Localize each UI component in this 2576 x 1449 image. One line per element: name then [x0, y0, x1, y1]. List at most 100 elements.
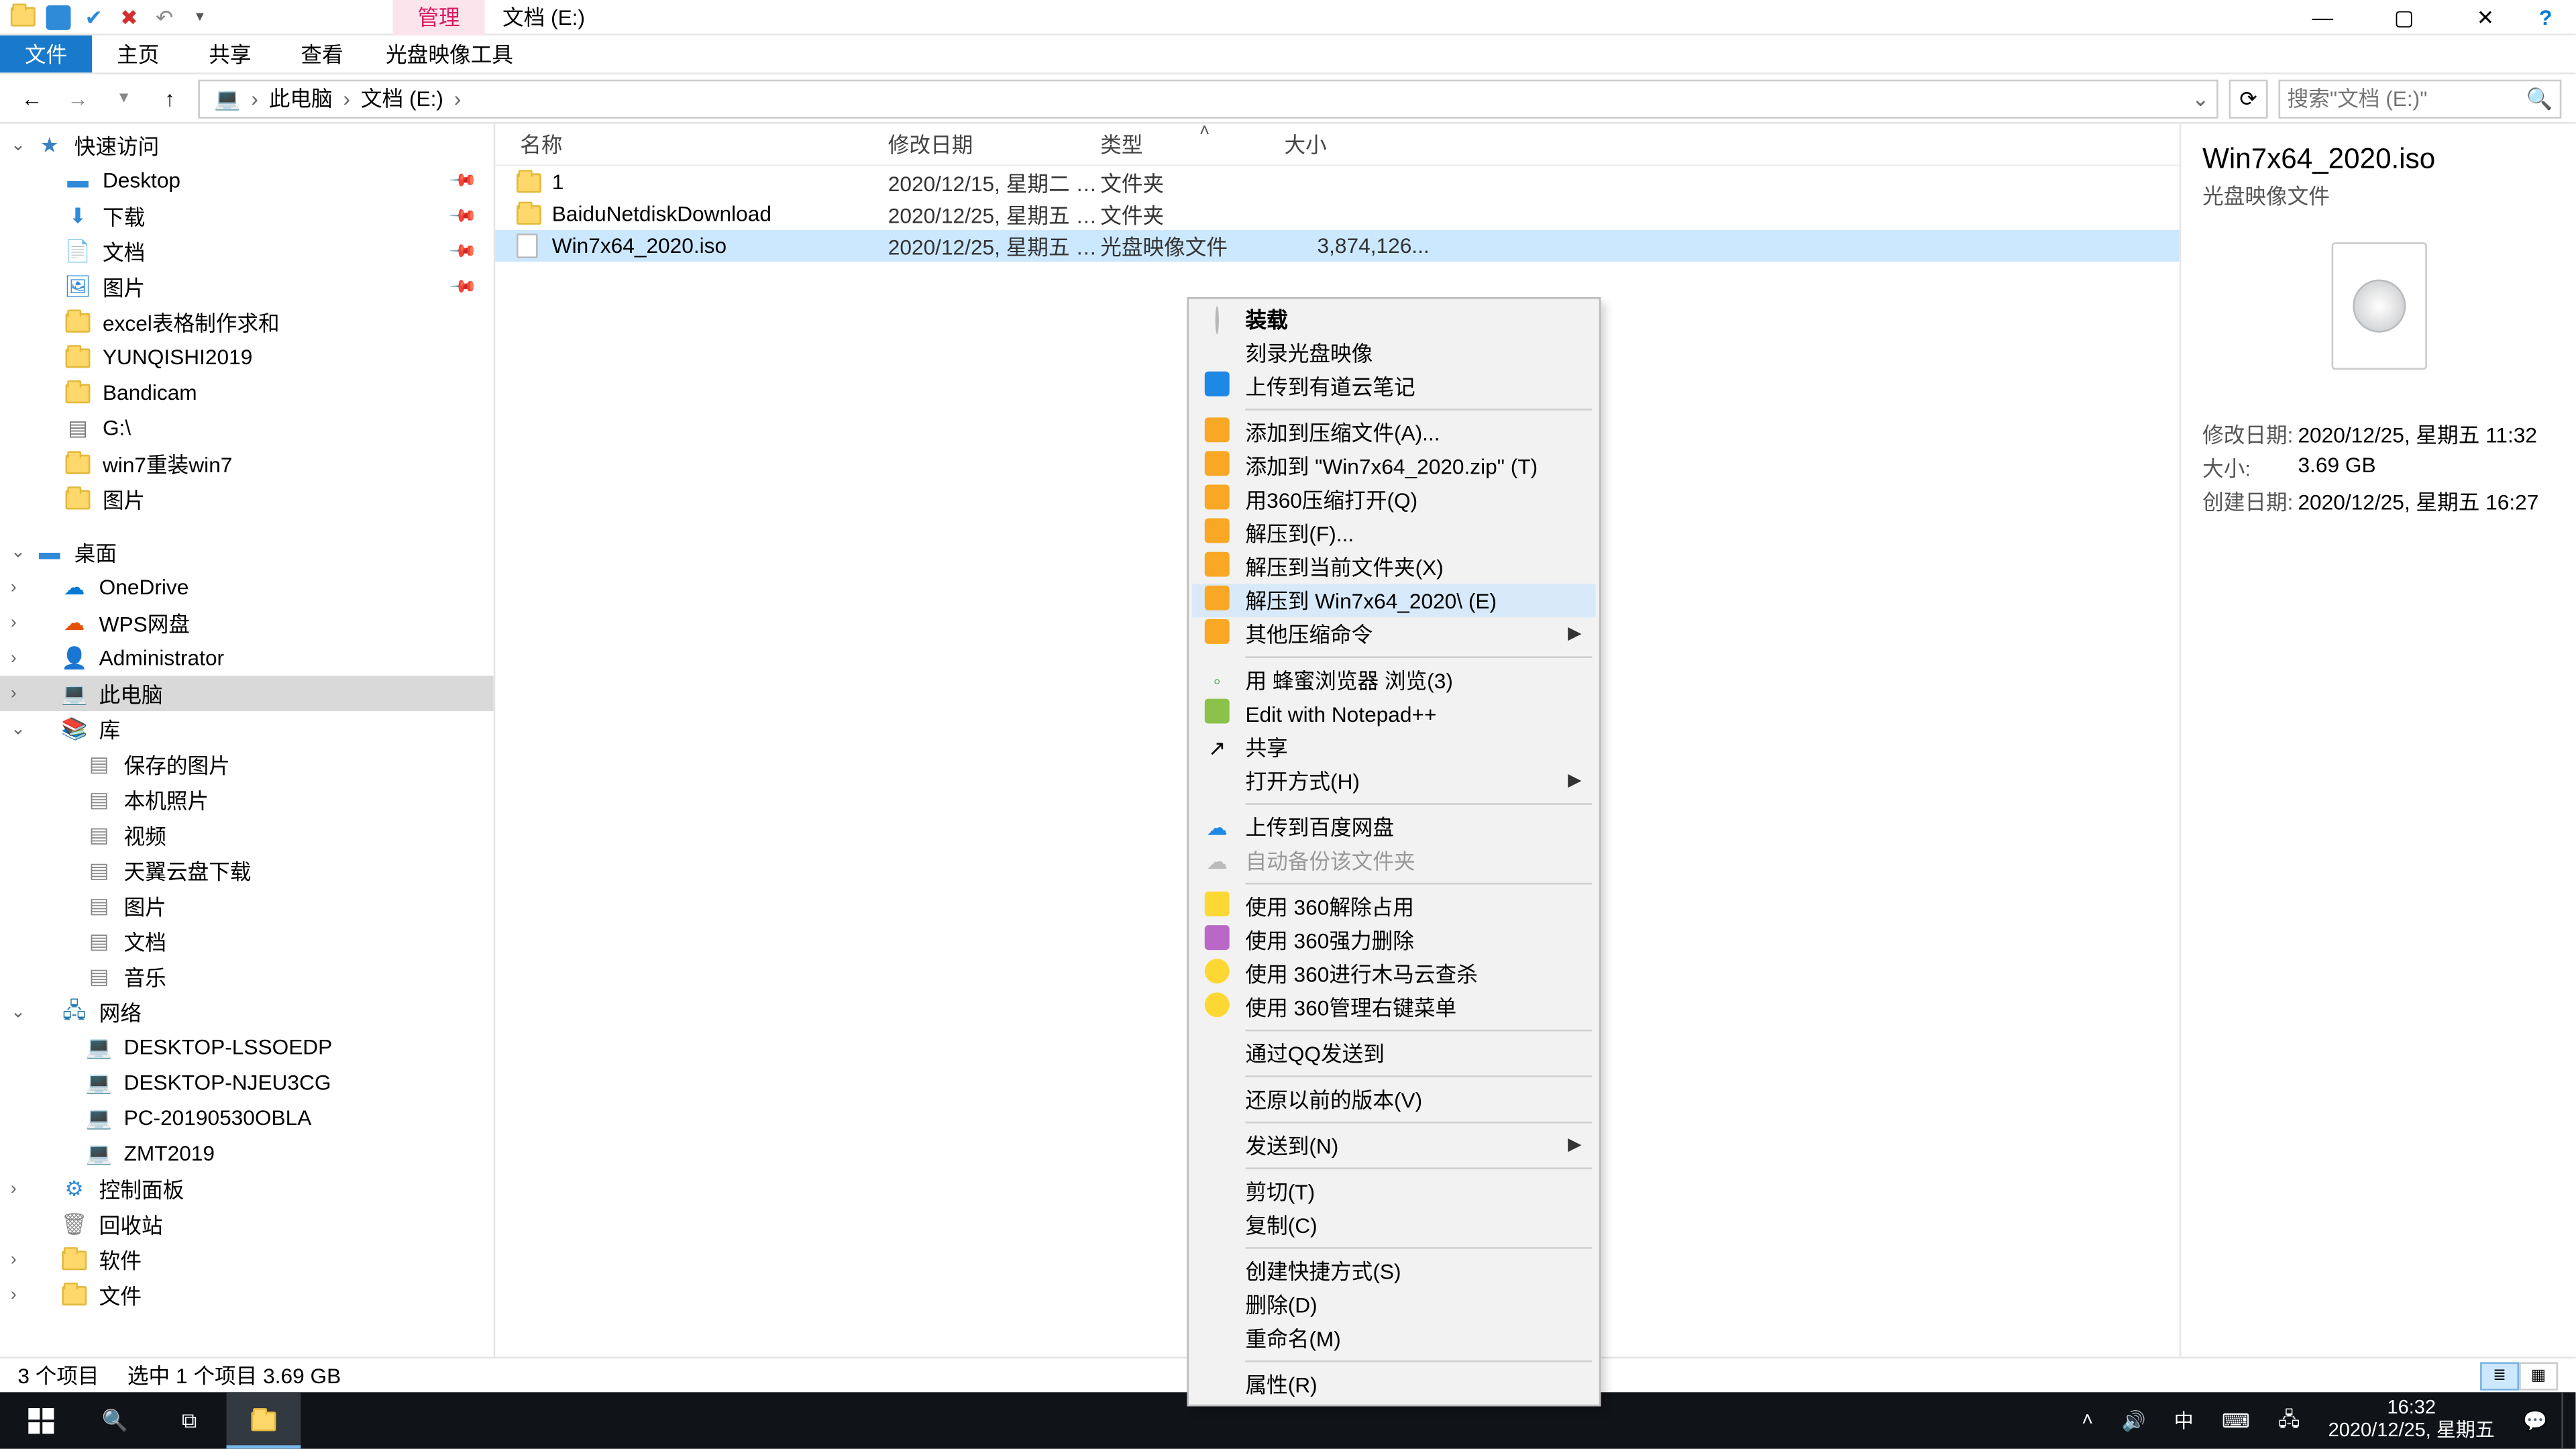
ctx-open-with[interactable]: 打开方式(H)▶ — [1192, 764, 1595, 798]
tree-desktop[interactable]: ▬Desktop📌 — [0, 163, 494, 199]
view-details-button[interactable]: ≣ — [2480, 1361, 2519, 1389]
ctx-rename[interactable]: 重命名(M) — [1192, 1322, 1595, 1355]
tree-network-pc2[interactable]: 💻DESKTOP-NJEU3CG — [0, 1065, 494, 1100]
search-input[interactable] — [2288, 86, 2520, 111]
file-row-selected[interactable]: Win7x64_2020.iso 2020/12/25, 星期五 1... 光盘… — [495, 230, 2179, 262]
tree-recycle-bin[interactable]: 🗑回收站 — [0, 1206, 494, 1242]
tree-network-pc3[interactable]: 💻PC-20190530OBLA — [0, 1100, 494, 1136]
network-icon[interactable]: 🖧 — [2264, 1392, 2314, 1448]
tree-network-pc4[interactable]: 💻ZMT2019 — [0, 1136, 494, 1171]
tree-software[interactable]: ›软件 — [0, 1242, 494, 1277]
tree-yunqishi[interactable]: YUNQISHI2019 — [0, 339, 494, 375]
breadcrumb-docs-e[interactable]: 文档 (E:) — [354, 83, 450, 113]
nav-history-dropdown[interactable]: ▾ — [106, 80, 142, 116]
ctx-add-archive[interactable]: 添加到压缩文件(A)... — [1192, 416, 1595, 449]
keyboard-icon[interactable]: ⌨ — [2208, 1392, 2264, 1448]
ribbon-tab-home[interactable]: 主页 — [92, 36, 184, 72]
qat-close-icon[interactable]: ✖ — [113, 3, 145, 31]
ctx-open-360zip[interactable]: 用360压缩打开(Q) — [1192, 483, 1595, 517]
ribbon-tab-view[interactable]: 查看 — [276, 36, 368, 72]
chevron-right-icon[interactable]: › — [343, 86, 350, 111]
ctx-360-force-delete[interactable]: 使用 360强力删除 — [1192, 924, 1595, 957]
ime-indicator[interactable]: 中 — [2160, 1392, 2208, 1448]
ctx-copy[interactable]: 复制(C) — [1192, 1208, 1595, 1242]
column-size[interactable]: 大小 — [1284, 129, 1440, 160]
nav-forward-button[interactable]: → — [60, 80, 96, 116]
ctx-create-shortcut[interactable]: 创建快捷方式(S) — [1192, 1254, 1595, 1288]
ctx-burn[interactable]: 刻录光盘映像 — [1192, 336, 1595, 370]
ctx-properties[interactable]: 属性(R) — [1192, 1367, 1595, 1401]
column-date[interactable]: 修改日期 — [888, 129, 1100, 160]
ctx-360-trojan-scan[interactable]: 使用 360进行木马云查杀 — [1192, 957, 1595, 991]
tree-lib-pictures[interactable]: ▤图片 — [0, 888, 494, 924]
show-desktop-button[interactable] — [2561, 1392, 2572, 1448]
view-large-icons-button[interactable]: ▦ — [2519, 1361, 2558, 1389]
qat-undo-icon[interactable]: ↶ — [149, 3, 180, 31]
chevron-right-icon[interactable]: › — [454, 86, 462, 111]
ctx-mount[interactable]: 装载 — [1192, 303, 1595, 336]
ctx-notepadpp[interactable]: Edit with Notepad++ — [1192, 697, 1595, 731]
ctx-cut[interactable]: 剪切(T) — [1192, 1175, 1595, 1208]
ctx-add-zip[interactable]: 添加到 "Win7x64_2020.zip" (T) — [1192, 449, 1595, 483]
tree-control-panel[interactable]: ›⚙控制面板 — [0, 1171, 494, 1207]
qat-open-icon[interactable] — [42, 3, 74, 31]
ribbon-tab-file[interactable]: 文件 — [0, 36, 92, 72]
tree-skycloud[interactable]: ▤天翼云盘下载 — [0, 853, 494, 888]
nav-back-button[interactable]: ← — [14, 80, 50, 116]
tree-administrator[interactable]: ›👤Administrator — [0, 641, 494, 676]
tree-bandicam[interactable]: Bandicam — [0, 375, 494, 411]
qat-dropdown-icon[interactable]: ▾ — [184, 3, 215, 31]
start-button[interactable] — [3, 1392, 78, 1448]
file-explorer-taskbar-button[interactable] — [227, 1392, 301, 1448]
ctx-delete[interactable]: 删除(D) — [1192, 1288, 1595, 1322]
tree-lib-music[interactable]: ▤音乐 — [0, 959, 494, 994]
tree-wps[interactable]: ›☁WPS网盘 — [0, 605, 494, 641]
maximize-button[interactable]: ▢ — [2363, 0, 2445, 34]
file-row[interactable]: BaiduNetdiskDownload 2020/12/25, 星期五 1..… — [495, 198, 2179, 229]
ctx-360-manage-menu[interactable]: 使用 360管理右键菜单 — [1192, 991, 1595, 1024]
volume-icon[interactable]: 🔊 — [2107, 1392, 2159, 1448]
tree-quick-access[interactable]: ⌄★快速访问 — [0, 127, 494, 163]
chevron-right-icon[interactable]: › — [251, 86, 258, 111]
tree-files[interactable]: ›文件 — [0, 1277, 494, 1313]
ctx-honey-browser[interactable]: ◦用 蜂蜜浏览器 浏览(3) — [1192, 663, 1595, 697]
tree-pictures[interactable]: 🖼图片📌 — [0, 269, 494, 305]
address-dropdown-icon[interactable]: ⌄ — [2192, 86, 2210, 111]
search-icon[interactable]: 🔍 — [2526, 86, 2553, 111]
tree-videos[interactable]: ▤视频 — [0, 817, 494, 853]
tree-onedrive[interactable]: ›☁OneDrive — [0, 570, 494, 605]
ctx-baidu-upload[interactable]: ☁上传到百度网盘 — [1192, 810, 1595, 844]
close-button[interactable]: ✕ — [2445, 0, 2526, 34]
tree-saved-pictures[interactable]: ▤保存的图片 — [0, 747, 494, 782]
tray-overflow-button[interactable]: ˄ — [2068, 1392, 2107, 1448]
column-headers[interactable]: ˄ 名称 修改日期 类型 大小 — [495, 124, 2179, 166]
tree-this-pc[interactable]: ›💻此电脑 — [0, 676, 494, 711]
minimize-button[interactable]: — — [2282, 0, 2363, 34]
tree-network[interactable]: ⌄🖧网络 — [0, 994, 494, 1030]
ctx-360-unlock[interactable]: 使用 360解除占用 — [1192, 890, 1595, 923]
ctx-qq-send[interactable]: 通过QQ发送到 — [1192, 1036, 1595, 1070]
tree-desktop-root[interactable]: ⌄▬桌面 — [0, 534, 494, 570]
refresh-button[interactable]: ⟳ — [2229, 78, 2268, 117]
tree-libraries[interactable]: ⌄📚库 — [0, 711, 494, 747]
tree-lib-docs[interactable]: ▤文档 — [0, 924, 494, 959]
ctx-share[interactable]: ↗共享 — [1192, 731, 1595, 764]
tree-downloads[interactable]: ⬇下载📌 — [0, 198, 494, 233]
breadcrumb-this-pc[interactable]: 此电脑 — [262, 83, 339, 113]
ctx-extract-to[interactable]: 解压到(F)... — [1192, 517, 1595, 550]
ctx-extract-named[interactable]: 解压到 Win7x64_2020\ (E) — [1192, 584, 1595, 617]
breadcrumb-root-icon[interactable]: 💻 — [207, 86, 248, 111]
task-view-button[interactable]: ⧉ — [152, 1392, 227, 1448]
nav-up-button[interactable]: ↑ — [152, 80, 188, 116]
column-type[interactable]: 类型 — [1100, 129, 1284, 160]
ctx-other-compress[interactable]: 其他压缩命令▶ — [1192, 617, 1595, 651]
ctx-restore-previous[interactable]: 还原以前的版本(V) — [1192, 1083, 1595, 1116]
tree-excel-folder[interactable]: excel表格制作求和 — [0, 305, 494, 340]
ctx-youdao-upload[interactable]: 上传到有道云笔记 — [1192, 370, 1595, 403]
tree-drive-g[interactable]: ▤G:\ — [0, 411, 494, 446]
tree-network-pc1[interactable]: 💻DESKTOP-LSSOEDP — [0, 1030, 494, 1065]
taskbar-clock[interactable]: 16:32 2020/12/25, 星期五 — [2314, 1397, 2510, 1444]
ribbon-tab-disc-tools[interactable]: 光盘映像工具 — [368, 36, 531, 72]
action-center-button[interactable]: 💬 — [2509, 1392, 2561, 1448]
search-button[interactable]: 🔍 — [78, 1392, 152, 1448]
